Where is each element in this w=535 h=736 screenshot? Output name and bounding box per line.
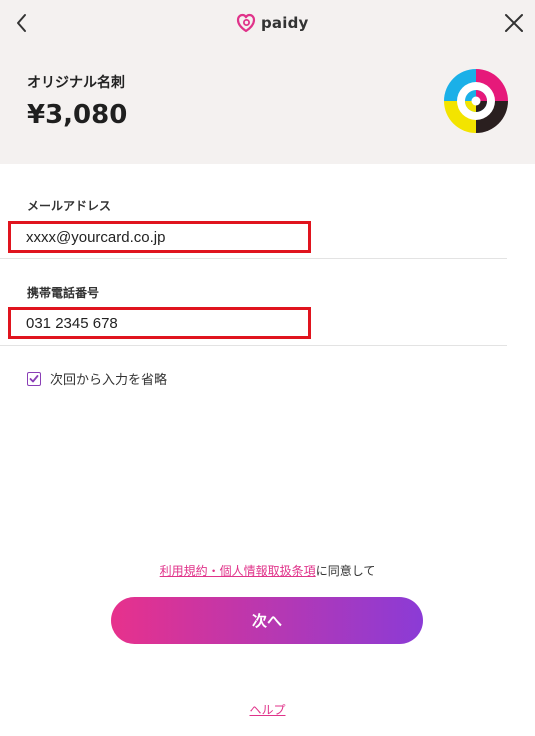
merchant-summary: オリジナル名刺 ¥3,080 [0, 46, 535, 164]
terms-link[interactable]: 利用規約・個人情報取扱条項 [160, 564, 316, 578]
close-icon[interactable] [499, 8, 529, 38]
brand-name: paidy [261, 14, 309, 32]
terms-agreement: 利用規約・個人情報取扱条項に同意して [0, 562, 535, 579]
merchant-name: オリジナル名刺 [27, 75, 125, 91]
email-divider [0, 258, 507, 259]
remember-checkbox[interactable]: 次回から入力を省略 [27, 369, 167, 388]
payment-amount: ¥3,080 [27, 100, 128, 130]
remember-label: 次回から入力を省略 [50, 373, 168, 388]
phone-divider [0, 345, 507, 346]
merchant-logo-icon [444, 69, 508, 133]
chevron-left-icon[interactable] [8, 9, 36, 37]
next-button[interactable]: 次へ [111, 597, 423, 644]
phone-label: 携帯電話番号 [27, 286, 100, 300]
checkbox-box[interactable] [27, 371, 41, 386]
paidy-logo: paidy [236, 11, 309, 35]
phone-field[interactable] [8, 307, 311, 339]
check-icon [29, 374, 39, 382]
help-link[interactable]: ヘルプ [0, 701, 535, 718]
email-field[interactable] [8, 221, 311, 253]
email-label: メールアドレス [27, 199, 112, 213]
terms-suffix: に同意して [315, 564, 376, 578]
paidy-heart-icon [236, 13, 256, 33]
top-bar: paidy [0, 0, 535, 46]
